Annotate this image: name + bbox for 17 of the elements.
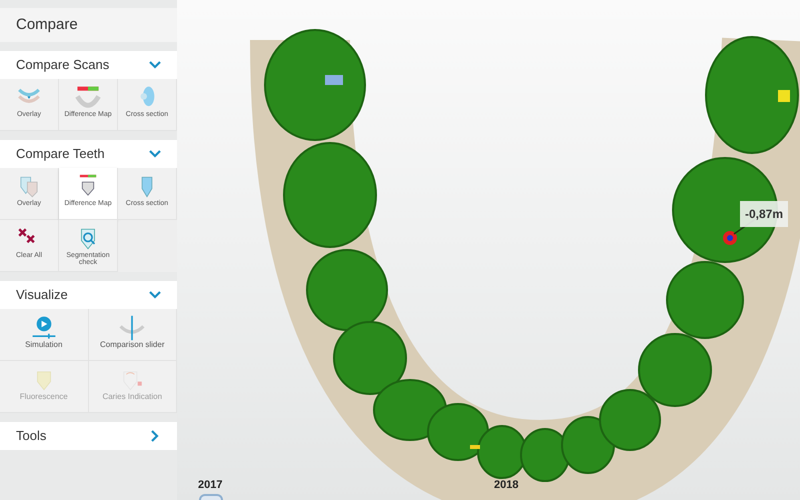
chevron-down-icon bbox=[149, 59, 161, 71]
timeline-label[interactable]: 2017 bbox=[198, 480, 222, 491]
arch-slider-icon bbox=[119, 315, 146, 341]
timeline-label[interactable]: 2018 bbox=[494, 480, 518, 491]
measurement-label: -0,87m bbox=[740, 201, 788, 227]
chevron-down-icon bbox=[149, 148, 161, 160]
section-header[interactable]: Tools bbox=[0, 422, 177, 450]
section-header[interactable]: Compare Teeth bbox=[0, 140, 177, 168]
play-slider-icon bbox=[30, 315, 57, 341]
tool-button[interactable]: Simulation bbox=[0, 309, 88, 361]
tool-button[interactable]: Comparison slider bbox=[88, 309, 177, 361]
section-header[interactable]: Compare Scans bbox=[0, 51, 177, 79]
panel-title: Compare bbox=[0, 8, 177, 42]
chevron-down-icon bbox=[149, 289, 161, 301]
chevron-right-icon bbox=[149, 430, 161, 442]
section-header[interactable]: Visualize bbox=[0, 281, 177, 309]
timeline-handle[interactable] bbox=[199, 494, 223, 500]
